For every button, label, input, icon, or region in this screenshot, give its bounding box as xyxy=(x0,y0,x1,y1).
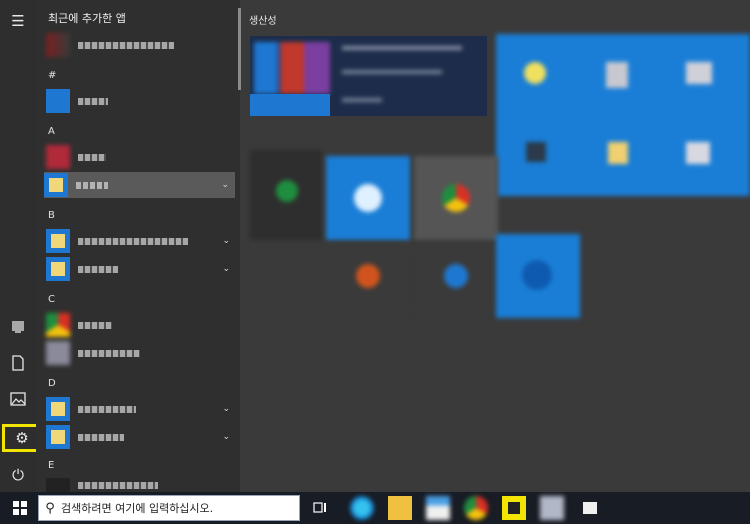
task-view-icon[interactable] xyxy=(308,496,332,520)
app-list: 최근에 추가한 앱 # A ⌄ B ⌄ ⌄ C D ⌄ ⌄ E xyxy=(36,0,240,492)
app-folder[interactable]: ⌄ xyxy=(46,228,236,254)
app-icon xyxy=(46,478,70,492)
app-list-scrollbar[interactable] xyxy=(238,8,241,90)
pictures-icon[interactable] xyxy=(0,382,36,416)
file-explorer-icon[interactable] xyxy=(388,496,412,520)
chevron-down-icon[interactable]: ⌄ xyxy=(221,180,229,190)
folder-icon xyxy=(44,173,68,197)
app-name xyxy=(78,405,136,413)
app-name xyxy=(78,433,124,441)
edge-taskbar-icon[interactable] xyxy=(350,496,374,520)
app-item[interactable] xyxy=(46,32,236,58)
store-icon[interactable] xyxy=(426,496,450,520)
section-letter-a[interactable]: A xyxy=(48,126,55,137)
app-item[interactable] xyxy=(46,144,236,170)
pinned-tiles-group[interactable] xyxy=(496,34,750,196)
pinned-tile[interactable] xyxy=(414,244,498,314)
app-folder-selected[interactable]: ⌄ xyxy=(44,172,235,198)
app-icon xyxy=(46,313,70,337)
app-name xyxy=(78,41,174,49)
section-letter-d[interactable]: D xyxy=(48,378,56,389)
folder-icon xyxy=(46,425,70,449)
app-icon xyxy=(46,145,70,169)
chevron-down-icon[interactable]: ⌄ xyxy=(222,264,230,274)
app-folder[interactable]: ⌄ xyxy=(46,424,236,450)
taskbar-search-box[interactable]: ⚲ 검색하려면 여기에 입력하십시오. xyxy=(38,495,300,521)
power-icon[interactable]: ⏻ xyxy=(0,458,36,492)
app-item[interactable] xyxy=(46,88,236,114)
pinned-tile[interactable] xyxy=(250,150,322,240)
app-name xyxy=(78,153,106,161)
taskbar: ⚲ 검색하려면 여기에 입력하십시오. xyxy=(0,492,750,524)
chrome-browser-tile[interactable] xyxy=(414,156,498,240)
app-icon xyxy=(46,33,70,57)
app-folder[interactable]: ⌄ xyxy=(46,396,236,422)
app-item[interactable] xyxy=(46,478,236,492)
app-name xyxy=(78,349,140,357)
search-placeholder: 검색하려면 여기에 입력하십시오. xyxy=(61,502,214,515)
start-rail: ☰ ⚙ ⏻ xyxy=(0,0,42,492)
app-icon xyxy=(46,341,70,365)
edge-browser-tile[interactable] xyxy=(326,156,410,240)
recently-added-header: 최근에 추가한 앱 xyxy=(48,12,126,25)
search-icon: ⚲ xyxy=(45,500,55,516)
office-live-tile[interactable] xyxy=(250,36,487,116)
tiles-group-header[interactable]: 생산성 xyxy=(249,12,277,27)
hamburger-menu-icon[interactable]: ☰ xyxy=(0,4,36,38)
app-item[interactable] xyxy=(46,340,236,366)
pinned-app-icon[interactable] xyxy=(578,496,602,520)
folder-icon xyxy=(46,397,70,421)
app-name xyxy=(76,181,108,189)
pinned-tile[interactable] xyxy=(326,244,410,314)
app-name xyxy=(78,321,112,329)
folder-icon xyxy=(46,257,70,281)
section-letter-c[interactable]: C xyxy=(48,294,55,305)
app-folder[interactable]: ⌄ xyxy=(46,256,236,282)
documents-icon[interactable] xyxy=(0,346,36,380)
windows-start-icon[interactable] xyxy=(4,492,36,524)
section-letter-b[interactable]: B xyxy=(48,210,55,221)
section-letter-hash[interactable]: # xyxy=(48,70,56,81)
app-item[interactable] xyxy=(46,312,236,338)
pinned-app-icon[interactable] xyxy=(540,496,564,520)
app-name xyxy=(78,97,108,105)
app-name xyxy=(78,237,188,245)
app-icon xyxy=(46,89,70,113)
chevron-down-icon[interactable]: ⌄ xyxy=(222,432,230,442)
section-letter-e[interactable]: E xyxy=(48,460,54,471)
app-name xyxy=(78,481,158,489)
start-menu: ☰ ⚙ ⏻ 최근에 추가한 앱 # A ⌄ B ⌄ ⌄ C D ⌄ ⌄ E 생산… xyxy=(0,0,750,492)
app-name xyxy=(78,265,118,273)
kakao-app-icon[interactable] xyxy=(502,496,526,520)
chevron-down-icon[interactable]: ⌄ xyxy=(222,236,230,246)
chrome-taskbar-icon[interactable] xyxy=(464,496,488,520)
chevron-down-icon[interactable]: ⌄ xyxy=(222,404,230,414)
folder-icon xyxy=(46,229,70,253)
pinned-tile[interactable] xyxy=(496,234,580,318)
user-account-icon[interactable] xyxy=(0,310,36,344)
